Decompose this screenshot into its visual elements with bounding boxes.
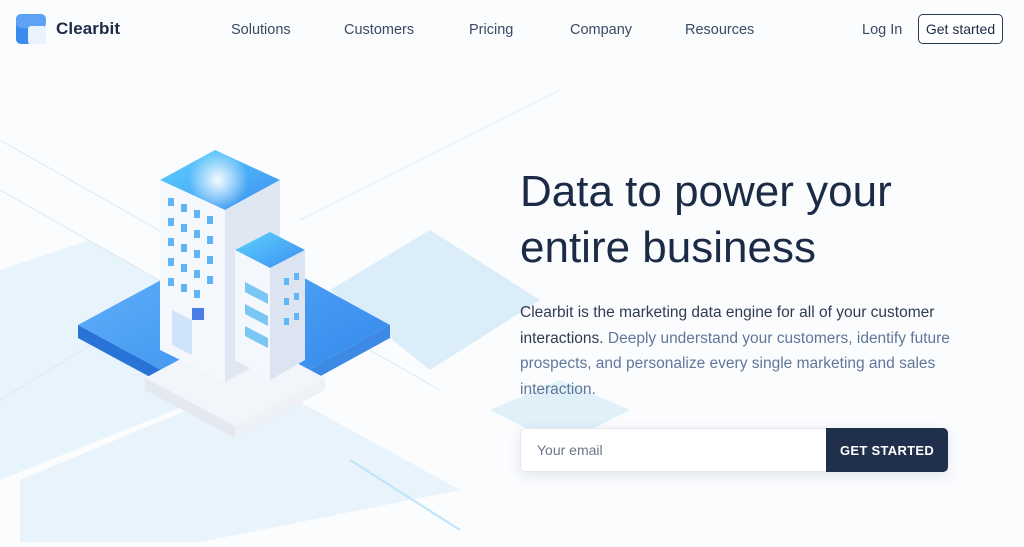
signup-form: GET STARTED [520, 428, 948, 472]
brand-name: Clearbit [56, 19, 121, 38]
hero-headline: Data to power your entire business [520, 164, 990, 276]
hero-description: Clearbit is the marketing data engine fo… [520, 300, 970, 402]
get-started-button[interactable]: Get started [918, 14, 1003, 44]
nav-company[interactable]: Company [570, 22, 632, 38]
headline-line-2: entire business [520, 223, 816, 272]
nav-solutions[interactable]: Solutions [231, 22, 291, 38]
headline-line-1: Data to power your [520, 167, 892, 216]
email-input[interactable] [520, 428, 826, 472]
login-link[interactable]: Log In [862, 22, 902, 38]
nav-pricing[interactable]: Pricing [469, 22, 513, 38]
clearbit-logo-icon [16, 14, 46, 44]
site-header: Clearbit Solutions Customers Pricing Com… [0, 0, 1024, 62]
nav-customers[interactable]: Customers [344, 22, 414, 38]
get-started-submit-button[interactable]: GET STARTED [826, 428, 948, 472]
nav-resources[interactable]: Resources [685, 22, 754, 38]
brand-logo[interactable]: Clearbit [16, 14, 120, 44]
